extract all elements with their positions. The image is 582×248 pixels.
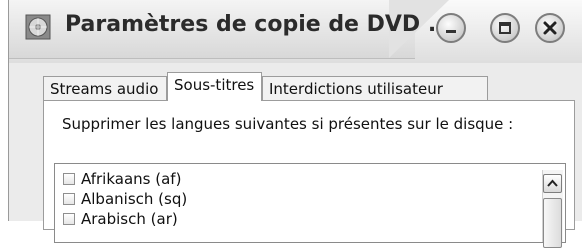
close-icon <box>543 21 557 35</box>
vertical-scrollbar[interactable] <box>542 170 563 248</box>
scroll-up-button[interactable] <box>543 174 562 193</box>
checkbox[interactable] <box>63 213 75 225</box>
subtitles-panel: Supprimer les langues suivantes si prése… <box>43 100 575 248</box>
close-button[interactable] <box>535 13 565 43</box>
maximize-button[interactable] <box>490 13 520 43</box>
tab-streams-audio[interactable]: Streams audio <box>43 76 167 100</box>
language-label: Afrikaans (af) <box>81 170 182 188</box>
language-list[interactable]: Afrikaans (af) Albanisch (sq) Arabisch (… <box>54 163 566 248</box>
dialog-window: Paramètres de copie de DVD ... Streams a… <box>8 0 582 248</box>
title-bar[interactable]: Paramètres de copie de DVD ... <box>9 0 582 63</box>
language-item-arabisch[interactable]: Arabisch (ar) <box>63 210 178 228</box>
instruction-label: Supprimer les langues suivantes si prése… <box>62 115 514 133</box>
language-label: Arabisch (ar) <box>81 210 178 228</box>
tab-sous-titres[interactable]: Sous-titres <box>167 72 262 101</box>
maximize-icon <box>499 22 511 34</box>
chevron-up-icon <box>547 179 558 187</box>
tab-interdictions-utilisateur[interactable]: Interdictions utilisateur <box>262 76 488 100</box>
language-item-albanisch[interactable]: Albanisch (sq) <box>63 190 187 208</box>
language-item-afrikaans[interactable]: Afrikaans (af) <box>63 170 181 188</box>
dvd-icon[interactable] <box>25 14 51 40</box>
window-title: Paramètres de copie de DVD ... <box>65 12 453 37</box>
minimize-icon <box>446 30 456 33</box>
scroll-thumb[interactable] <box>543 198 562 248</box>
checkbox[interactable] <box>63 193 75 205</box>
language-label: Albanisch (sq) <box>81 190 188 208</box>
minimize-button[interactable] <box>436 13 466 43</box>
checkbox[interactable] <box>63 173 75 185</box>
